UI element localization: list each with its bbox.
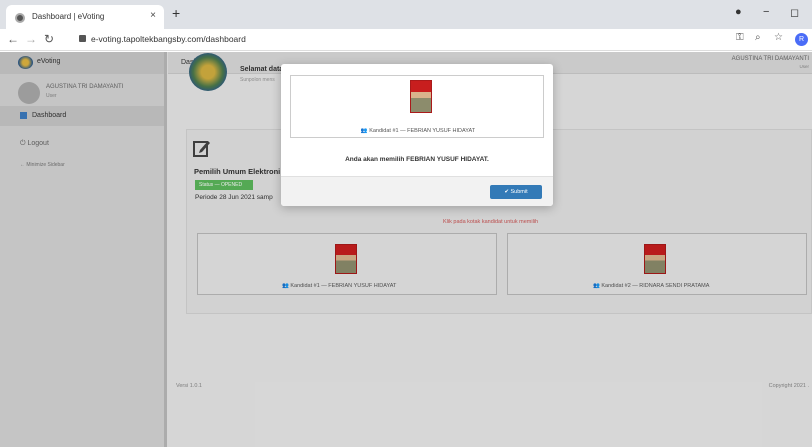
favicon-icon bbox=[15, 13, 25, 23]
minimize-window-icon[interactable]: − bbox=[763, 6, 769, 18]
tab-close-icon[interactable]: × bbox=[150, 10, 156, 21]
record-icon[interactable]: ● bbox=[735, 6, 742, 18]
address-bar[interactable]: e-voting.tapoltekbangsby.com/dashboard bbox=[79, 32, 719, 48]
profile-avatar[interactable]: R bbox=[795, 33, 808, 46]
zoom-icon[interactable]: ⌕ bbox=[755, 32, 761, 43]
modal-candidate-label: 👥 Kandidat #1 — FEBRIAN YUSUF HIDAYAT bbox=[360, 128, 476, 134]
tab-title: Dashboard | eVoting bbox=[32, 12, 105, 21]
browser-tab[interactable]: Dashboard | eVoting × bbox=[6, 5, 164, 29]
browser-toolbar: ← → ↻ e-voting.tapoltekbangsby.com/dashb… bbox=[0, 29, 812, 51]
back-icon[interactable]: ← bbox=[7, 32, 19, 46]
lock-icon bbox=[79, 35, 86, 42]
modal-footer: ✔ Submit bbox=[281, 176, 553, 206]
bookmark-star-icon[interactable]: ☆ bbox=[774, 32, 783, 43]
candidate-photo bbox=[410, 80, 432, 113]
new-tab-button[interactable]: + bbox=[172, 5, 180, 21]
user-icon: 👥 bbox=[360, 128, 370, 134]
reload-icon[interactable]: ↻ bbox=[44, 32, 54, 46]
modal-candidate-card: 👥 Kandidat #1 — FEBRIAN YUSUF HIDAYAT bbox=[290, 75, 544, 138]
browser-tabbar: Dashboard | eVoting × + ● − ◻ bbox=[0, 0, 812, 29]
restore-window-icon[interactable]: ◻ bbox=[790, 6, 799, 19]
modal-message: Anda akan memilih FEBRIAN YUSUF HIDAYAT. bbox=[345, 156, 489, 163]
key-icon[interactable]: ⚿ bbox=[736, 32, 744, 43]
submit-label: Submit bbox=[510, 189, 528, 195]
vote-confirm-modal: 👥 Kandidat #1 — FEBRIAN YUSUF HIDAYAT An… bbox=[281, 64, 553, 206]
submit-button[interactable]: ✔ Submit bbox=[490, 185, 542, 199]
url-text: e-voting.tapoltekbangsby.com/dashboard bbox=[91, 34, 246, 44]
forward-icon[interactable]: → bbox=[25, 32, 37, 46]
